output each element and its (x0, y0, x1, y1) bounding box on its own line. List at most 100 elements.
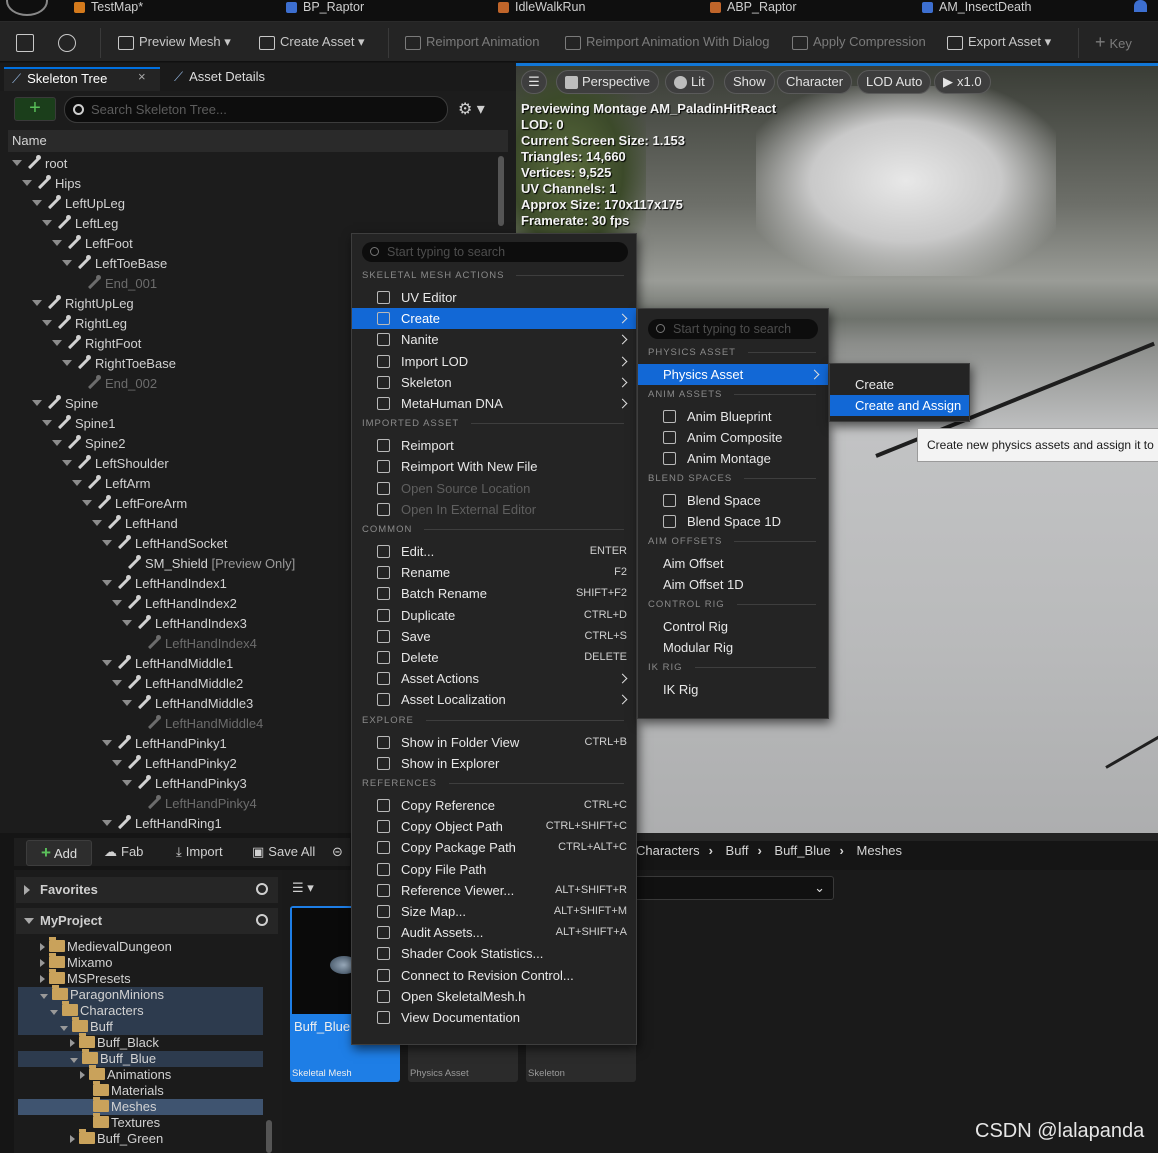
menu-item-uv-editor[interactable]: UV Editor (352, 287, 636, 308)
favorites-section[interactable]: Favorites (16, 877, 278, 903)
folder-expand-icon[interactable] (70, 1135, 75, 1143)
skeleton-tree-row[interactable]: RightFoot (52, 334, 141, 354)
skeleton-tree-row[interactable]: LeftToeBase (62, 254, 167, 274)
menu-item-asset-actions[interactable]: Asset Actions (352, 668, 636, 689)
menu-item-open-in-external-editor[interactable]: Open In External Editor (352, 499, 636, 520)
folder-row[interactable]: Buff (60, 1017, 113, 1035)
doc-tab-am-insectdeath[interactable]: AM_InsectDeath (922, 0, 1031, 16)
browse-icon[interactable] (58, 32, 76, 54)
skeleton-tree-row[interactable]: LeftFoot (52, 234, 133, 254)
menu-item-metahuman-dna[interactable]: MetaHuman DNA (352, 393, 636, 414)
tab-skeleton-tree[interactable]: ⟋ Skeleton Tree (4, 67, 160, 91)
folder-expand-icon[interactable] (70, 1058, 78, 1063)
menu-item-connect-to-revision-control[interactable]: Connect to Revision Control... (352, 965, 636, 986)
menu-item-copy-file-path[interactable]: Copy File Path (352, 859, 636, 880)
expand-arrow-icon[interactable] (42, 420, 52, 426)
search-icon[interactable] (256, 883, 268, 895)
expand-arrow-icon[interactable] (82, 500, 92, 506)
folder-expand-icon[interactable] (70, 1039, 75, 1047)
skeleton-tree-row[interactable]: LeftHandMiddle4 (132, 714, 263, 734)
skeleton-tree-row[interactable]: RightLeg (42, 314, 127, 334)
folder-row[interactable]: Textures (80, 1113, 160, 1131)
skeleton-tree-row[interactable]: LeftHandPinky2 (112, 754, 237, 774)
breadcrumb-item[interactable]: Meshes (857, 843, 903, 858)
menu-item-batch-rename[interactable]: Batch Rename SHIFT+F2 (352, 583, 636, 604)
expand-arrow-icon[interactable] (92, 520, 102, 526)
expand-arrow-icon[interactable] (62, 260, 72, 266)
expand-arrow-icon[interactable] (72, 480, 82, 486)
menu-item-copy-package-path[interactable]: Copy Package Path CTRL+ALT+C (352, 837, 636, 858)
tab-asset-details[interactable]: ⟋ Asset Details (166, 67, 273, 91)
menu-item-blend-space-1d[interactable]: Blend Space 1D (638, 511, 828, 532)
skeleton-tree-row[interactable]: LeftHandRing1 (102, 814, 222, 834)
menu-item-reference-viewer[interactable]: Reference Viewer... ALT+SHIFT+R (352, 880, 636, 901)
expand-arrow-icon[interactable] (62, 360, 72, 366)
export-asset-button[interactable]: Export Asset ▾ (947, 32, 1051, 54)
skeleton-tree-row[interactable]: End_001 (72, 274, 157, 294)
save-all-button[interactable]: ▣ Save All (252, 842, 315, 864)
menu-item-create-and-assign[interactable]: Create and Assign (830, 395, 969, 416)
menu-item-audit-assets[interactable]: Audit Assets... ALT+SHIFT+A (352, 922, 636, 943)
menu-item-show-in-explorer[interactable]: Show in Explorer (352, 753, 636, 774)
folder-row[interactable]: Buff_Green (70, 1129, 163, 1147)
skeleton-tree-row[interactable]: LeftHandIndex3 (122, 614, 247, 634)
import-button[interactable]: ⤓ Import (176, 842, 223, 864)
add-button[interactable]: + Add (26, 840, 92, 866)
skeleton-tree-row[interactable]: Spine2 (52, 434, 125, 454)
folder-expand-icon[interactable] (50, 1010, 58, 1015)
folder-expand-icon[interactable] (80, 1071, 85, 1079)
menu-item-create[interactable]: Create (352, 308, 636, 330)
expand-arrow-icon[interactable] (22, 180, 32, 186)
folder-scrollbar[interactable] (266, 1120, 272, 1153)
expand-arrow-icon[interactable] (122, 780, 132, 786)
breadcrumb-item[interactable]: Characters (636, 843, 700, 858)
expand-arrow-icon[interactable] (102, 660, 112, 666)
expand-arrow-icon[interactable] (52, 440, 62, 446)
menu-item-save[interactable]: Save CTRL+S (352, 626, 636, 647)
perspective-button[interactable]: Perspective (556, 70, 659, 94)
folder-row[interactable]: Characters (50, 1001, 144, 1019)
skeleton-search-input[interactable]: Search Skeleton Tree... (64, 96, 448, 123)
folder-row[interactable]: MedievalDungeon (40, 937, 172, 955)
skeleton-tree-row[interactable]: RightUpLeg (32, 294, 134, 314)
skeleton-tree-row[interactable]: LeftHandMiddle2 (112, 674, 243, 694)
user-icon[interactable] (1134, 0, 1147, 12)
doc-tab-testmap[interactable]: TestMap* (74, 0, 143, 16)
doc-tab-abp-raptor[interactable]: ABP_Raptor (710, 0, 796, 16)
expand-arrow-icon[interactable] (32, 200, 42, 206)
show-button[interactable]: Show (724, 70, 775, 94)
expand-arrow-icon[interactable] (102, 540, 112, 546)
menu-item-reimport-with-new-file[interactable]: Reimport With New File (352, 456, 636, 477)
menu-item-ik-rig[interactable]: IK Rig (638, 679, 828, 700)
apply-compression-button[interactable]: Apply Compression (792, 32, 926, 54)
expand-arrow-icon[interactable] (102, 820, 112, 826)
search-icon[interactable] (256, 914, 268, 926)
skeleton-tree-row[interactable]: LeftHandPinky1 (102, 734, 227, 754)
skeleton-tree-row[interactable]: LeftHandMiddle1 (102, 654, 233, 674)
skeleton-tree-row[interactable]: LeftHand (92, 514, 178, 534)
playback-speed-button[interactable]: ▶ x1.0 (934, 70, 991, 94)
menu-item-open-skeletalmesh-h[interactable]: Open SkeletalMesh.h (352, 986, 636, 1007)
menu-item-copy-object-path[interactable]: Copy Object Path CTRL+SHIFT+C (352, 816, 636, 837)
history-back-icon[interactable]: ⊝ (332, 842, 343, 864)
skeleton-tree-row[interactable]: LeftHandIndex1 (102, 574, 227, 594)
menu-item-open-source-location[interactable]: Open Source Location (352, 478, 636, 499)
expand-arrow-icon[interactable] (122, 620, 132, 626)
settings-gear-icon[interactable]: ⚙ ▾ (458, 99, 485, 119)
expand-arrow-icon[interactable] (112, 680, 122, 686)
breadcrumb-item[interactable]: Buff (726, 843, 749, 858)
menu-item-size-map[interactable]: Size Map... ALT+SHIFT+M (352, 901, 636, 922)
doc-tab-idlewalkrun[interactable]: IdleWalkRun (498, 0, 585, 16)
expand-arrow-icon[interactable] (32, 300, 42, 306)
skeleton-tree-row[interactable]: RightToeBase (62, 354, 176, 374)
menu-item-blend-space[interactable]: Blend Space (638, 490, 828, 511)
filter-icon[interactable]: ☰ ▾ (292, 880, 314, 896)
doc-tab-bp-raptor[interactable]: BP_Raptor (286, 0, 364, 16)
menu-item-edit[interactable]: Edit... ENTER (352, 541, 636, 562)
menu-item-create[interactable]: Create (830, 374, 969, 395)
menu-item-anim-blueprint[interactable]: Anim Blueprint (638, 406, 828, 427)
fab-button[interactable]: ☁ Fab (104, 842, 143, 864)
preview-mesh-button[interactable]: Preview Mesh ▾ (118, 32, 231, 54)
create-search-input[interactable]: Start typing to search (648, 319, 818, 339)
menu-item-modular-rig[interactable]: Modular Rig (638, 637, 828, 658)
